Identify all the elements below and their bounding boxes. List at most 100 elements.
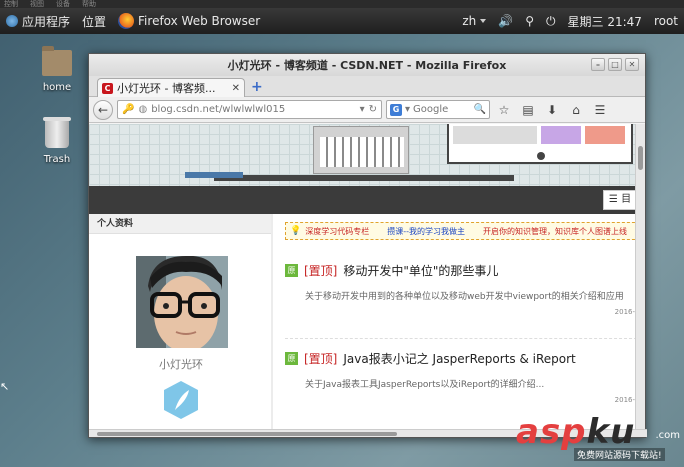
panel-status-area: zh 🔊 ⚲ ⏻ 星期三 21:47 root xyxy=(456,8,684,34)
search-input[interactable] xyxy=(413,104,471,115)
active-window-label: Firefox Web Browser xyxy=(138,14,261,28)
system-menu-strip: 控制 视图 设备 帮助 xyxy=(0,0,684,8)
desktop-icon-trash[interactable]: Trash xyxy=(27,117,87,165)
minimize-button[interactable]: – xyxy=(591,58,605,71)
tab-title: 小灯光环 - 博客频... xyxy=(117,82,216,95)
applications-menu[interactable]: 应用程序 xyxy=(0,13,76,30)
back-arrow-icon[interactable]: ← xyxy=(93,99,113,120)
article-list: 💡 深度学习代码专栏 攒课--我的学习我做主 开启你的知识管理，知识库个人图谱上… xyxy=(275,214,637,431)
mouse-pointer-icon: ↖ xyxy=(0,380,10,393)
tab-bar: C 小灯光环 - 博客频... ✕ + xyxy=(89,76,645,97)
post-date: 2016- xyxy=(614,308,635,316)
aspku-watermark: aspku .com 免费网站源码下载站! xyxy=(510,410,684,467)
watermark-brand-ku: ku xyxy=(586,412,636,452)
maximize-button[interactable]: □ xyxy=(608,58,622,71)
post-summary: 关于移动开发中用到的各种单位以及移动web开发中viewport的相关介绍和应用 xyxy=(305,292,624,302)
profile-header: 个人资料 xyxy=(89,214,271,234)
post-divider xyxy=(285,338,637,339)
banner-shelf-graphic xyxy=(214,126,514,181)
url-bar[interactable]: 🔑 ◍ blog.csdn.net/wlwlwlwl015 ▾ ↻ xyxy=(117,100,382,119)
close-button[interactable]: ✕ xyxy=(625,58,639,71)
original-badge: 原 xyxy=(285,264,298,277)
window-titlebar[interactable]: 小灯光环 - 博客频道 - CSDN.NET - Mozilla Firefox… xyxy=(89,54,645,76)
top-panel: 应用程序 位置 Firefox Web Browser zh 🔊 ⚲ ⏻ 星期三… xyxy=(0,8,684,34)
system-menu-view[interactable]: 视图 xyxy=(30,0,44,8)
post-date: 2016- xyxy=(614,396,635,404)
profile-sidebar: 个人资料 小灯光环 xyxy=(89,214,273,431)
reload-icon[interactable]: ↻ xyxy=(369,104,377,115)
notice-link-1[interactable]: 深度学习代码专栏 xyxy=(305,226,369,237)
original-badge: 原 xyxy=(285,352,298,365)
horizontal-scroll-thumb[interactable] xyxy=(97,432,397,436)
window-controls: – □ ✕ xyxy=(591,58,639,71)
watermark-suffix: .com xyxy=(655,430,680,441)
post-summary: 关于Java报表工具JasperReports以及iReport的详细介绍... xyxy=(305,380,545,390)
window-title: 小灯光环 - 博客频道 - CSDN.NET - Mozilla Firefox xyxy=(227,59,507,72)
watermark-brand: aspku xyxy=(516,412,635,452)
tab-csdn-blog[interactable]: C 小灯光环 - 博客频... ✕ xyxy=(97,78,245,97)
input-method-label: zh xyxy=(462,14,477,28)
profile-nickname[interactable]: 小灯光环 xyxy=(89,356,273,372)
power-indicator[interactable]: ⏻ xyxy=(540,14,562,29)
bookmark-star-icon[interactable]: ☆ xyxy=(494,103,514,117)
clock-label: 星期三 21:47 xyxy=(567,14,642,29)
input-method-indicator[interactable]: zh xyxy=(456,14,492,28)
tab-close-icon[interactable]: ✕ xyxy=(232,83,240,94)
post-title-link[interactable]: Java报表小记之 JasperReports & iReport xyxy=(343,350,575,367)
network-indicator[interactable]: ⚲ xyxy=(519,14,540,28)
vertical-scrollbar[interactable] xyxy=(635,124,645,431)
desktop-icon-home[interactable]: home xyxy=(27,46,87,93)
desktop-icon-label: Trash xyxy=(43,154,71,165)
notice-link-2[interactable]: 攒课--我的学习我做主 xyxy=(387,226,465,237)
watermark-brand-asp: asp xyxy=(516,412,587,452)
system-menu-help[interactable]: 帮助 xyxy=(82,0,96,8)
pinned-tag: [置顶] xyxy=(304,352,338,366)
hamburger-menu-icon[interactable]: ☰ xyxy=(590,103,610,117)
user-menu[interactable]: root xyxy=(648,14,684,28)
avatar-image xyxy=(136,256,228,348)
engine-dropdown-icon[interactable]: ▾ xyxy=(405,104,410,115)
avatar[interactable] xyxy=(136,256,228,348)
page-viewport[interactable]: ☰ 目 个人资料 小灯光环 💡 深度学习代码专栏 攒课--我的学习我做主 开启你… xyxy=(89,124,637,431)
places-label: 位置 xyxy=(82,14,107,29)
globe-icon: ◍ xyxy=(138,104,148,115)
site-identity-icon[interactable]: 🔑 xyxy=(122,104,134,115)
notice-link-3[interactable]: 开启你的知识管理，知识库个人图谱上线 xyxy=(483,226,627,237)
new-tab-plus-icon[interactable]: + xyxy=(251,79,263,95)
notice-bar: 💡 深度学习代码专栏 攒课--我的学习我做主 开启你的知识管理，知识库个人图谱上… xyxy=(285,222,637,240)
home-folder-icon xyxy=(42,46,72,76)
pinned-tag: [置顶] xyxy=(304,264,338,278)
places-menu[interactable]: 位置 xyxy=(76,13,112,30)
desktop-icon-label: home xyxy=(42,82,72,93)
google-engine-icon[interactable]: G xyxy=(390,103,402,116)
applications-icon xyxy=(6,15,18,27)
url-text[interactable]: blog.csdn.net/wlwlwlwl015 xyxy=(151,104,355,115)
banner-blue-block xyxy=(185,172,243,178)
csdn-favicon-icon: C xyxy=(102,82,113,94)
post-title-row: 原 [置顶] 移动开发中"单位"的那些事儿 xyxy=(285,262,635,279)
download-icon[interactable]: ⬇ xyxy=(542,103,562,117)
firefox-icon xyxy=(118,13,135,29)
search-icon[interactable]: 🔍 xyxy=(474,104,486,115)
bookmarks-menu-icon[interactable]: ▤ xyxy=(518,103,538,117)
volume-indicator[interactable]: 🔊 xyxy=(492,14,519,28)
home-icon[interactable]: ⌂ xyxy=(566,103,586,117)
blog-menu-button[interactable]: ☰ 目 xyxy=(603,190,637,210)
search-box[interactable]: G ▾ 🔍 xyxy=(386,100,490,119)
system-menu-devices[interactable]: 设备 xyxy=(56,0,70,8)
list-item: 原 [置顶] 移动开发中"单位"的那些事儿 关于移动开发中用到的各种单位以及移动… xyxy=(285,262,635,316)
applications-label: 应用程序 xyxy=(22,14,71,29)
vertical-scroll-thumb[interactable] xyxy=(638,146,643,170)
blog-nav-band: ☰ 目 xyxy=(89,186,637,214)
post-title-link[interactable]: 移动开发中"单位"的那些事儿 xyxy=(343,262,498,279)
firefox-window: 小灯光环 - 博客频道 - CSDN.NET - Mozilla Firefox… xyxy=(88,53,647,438)
dropdown-arrow-icon[interactable]: ▾ xyxy=(360,104,365,115)
system-menu-control[interactable]: 控制 xyxy=(4,0,18,8)
speaker-icon: 🔊 xyxy=(498,14,514,28)
user-label: root xyxy=(653,14,678,28)
active-window-indicator[interactable]: Firefox Web Browser xyxy=(112,13,266,29)
lightbulb-icon: 💡 xyxy=(290,226,302,236)
clock[interactable]: 星期三 21:47 xyxy=(562,13,648,30)
feather-badge-icon[interactable] xyxy=(163,380,199,420)
blog-banner-image xyxy=(89,124,637,186)
